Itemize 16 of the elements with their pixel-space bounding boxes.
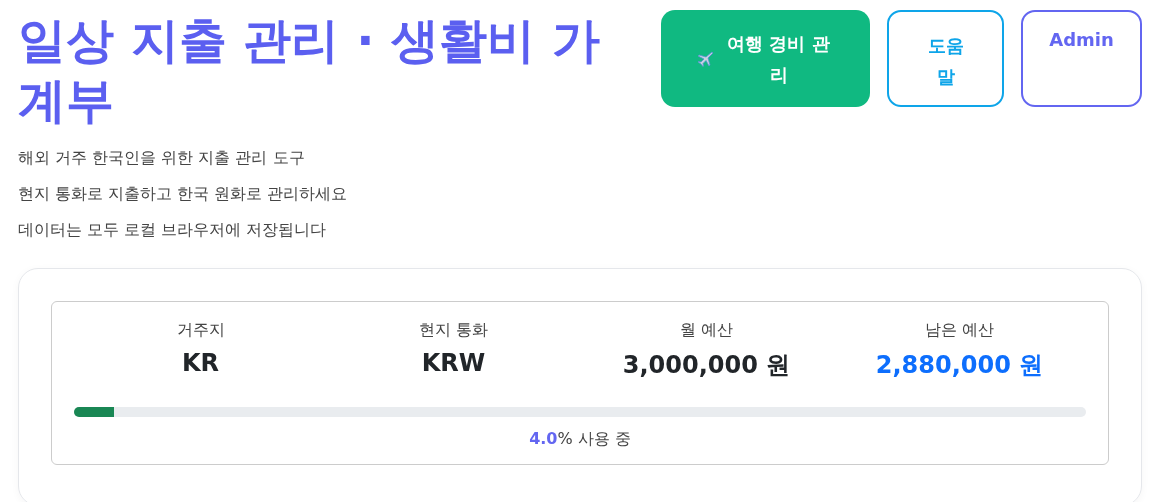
stat-value: KRW	[421, 349, 486, 377]
stat-value: 3,000,000 원	[622, 350, 791, 381]
header-button[interactable]: Admin	[1021, 10, 1142, 107]
stat-label: 월 예산	[679, 320, 734, 341]
stat-label: 현지 통화	[418, 320, 489, 341]
header-button[interactable]: 도움말	[887, 10, 1004, 107]
intro-text: 현지 통화로 지출하고 한국 원화로 관리하세요	[18, 183, 349, 205]
stat-value: KR	[181, 349, 220, 377]
stat-label: 남은 예산	[924, 320, 995, 341]
stat-value: 2,880,000 원	[875, 350, 1044, 381]
usage-text: 4.0% 사용 중	[529, 429, 631, 448]
page-title: 일상 지출 관리 · 생활비 가계부	[18, 11, 601, 130]
header-button[interactable]: 여행 경비 관리	[661, 10, 870, 107]
intro-text: 해외 거주 한국인을 위한 지출 관리 도구	[18, 147, 306, 169]
intro-text: 데이터는 모두 로컬 브라우저에 저장됩니다	[18, 219, 328, 241]
stat-label: 거주지	[176, 320, 225, 341]
